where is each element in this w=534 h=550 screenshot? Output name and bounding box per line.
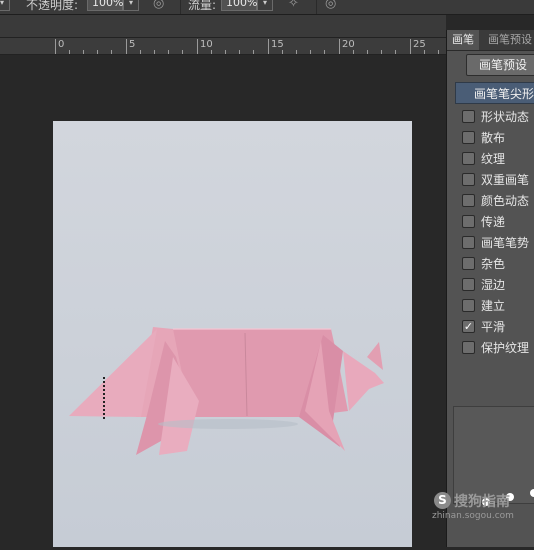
checkbox[interactable]: [462, 236, 475, 249]
flow-label: 流量:: [188, 0, 217, 12]
option-smoothing[interactable]: ✓ 平滑: [455, 316, 534, 337]
option-brush-pose[interactable]: 画笔笔势: [455, 232, 534, 253]
option-label: 散布: [481, 131, 506, 145]
option-label: 双重画笔: [481, 173, 530, 187]
option-texture[interactable]: 纹理: [455, 148, 534, 169]
ruler-minor-tick: [83, 50, 84, 54]
ruler-number: 10: [200, 39, 213, 50]
ruler-number: 5: [129, 39, 136, 50]
ruler-tick: [197, 39, 198, 54]
option-shape-dynamics[interactable]: 形状动态: [455, 106, 534, 127]
flow-dropdown[interactable]: ▾: [257, 0, 273, 11]
ruler-tick: [268, 39, 269, 54]
flow-field[interactable]: 100%: [221, 0, 257, 11]
tab-brush[interactable]: 画笔: [447, 30, 479, 50]
checkbox[interactable]: [462, 131, 475, 144]
ruler-minor-tick: [253, 50, 254, 54]
ruler-minor-tick: [381, 50, 382, 54]
ruler-minor-tick: [140, 50, 141, 54]
tab-brush-presets[interactable]: 画笔预设: [483, 30, 534, 50]
sogou-logo-icon: S: [434, 492, 451, 509]
checkbox[interactable]: [462, 257, 475, 270]
ruler-minor-tick: [225, 50, 226, 54]
option-label: 保护纹理: [481, 341, 530, 355]
ruler-tick: [126, 39, 127, 54]
ruler-minor-tick: [296, 50, 297, 54]
ruler-minor-tick: [438, 50, 439, 54]
opacity-label: 不透明度:: [26, 0, 79, 12]
tool-preset-dropdown[interactable]: ▾: [0, 0, 10, 11]
pressure-opacity-icon[interactable]: ◎: [153, 0, 164, 11]
origami-pig-photo: [53, 121, 412, 547]
ruler-minor-tick: [154, 50, 155, 54]
option-label: 纹理: [481, 152, 506, 166]
option-noise[interactable]: 杂色: [455, 253, 534, 274]
document-image[interactable]: [53, 121, 412, 547]
brush-presets-button[interactable]: 画笔预设: [466, 54, 534, 76]
ruler-minor-tick: [239, 50, 240, 54]
checkbox[interactable]: [462, 278, 475, 291]
checkbox[interactable]: [462, 215, 475, 228]
ruler-minor-tick: [97, 50, 98, 54]
ruler-minor-tick: [182, 50, 183, 54]
sogou-watermark: S 搜狗指南 zhinan.sogou.com: [432, 490, 534, 524]
separator: [180, 0, 181, 14]
watermark-url: zhinan.sogou.com: [432, 511, 514, 521]
ruler-number: 0: [58, 39, 65, 50]
option-dual-brush[interactable]: 双重画笔: [455, 169, 534, 190]
ruler-tick: [410, 39, 411, 54]
option-label: 杂色: [481, 257, 506, 271]
option-label: 颜色动态: [481, 194, 530, 208]
brush-options-list: 形状动态 散布 纹理 双重画笔 颜色动态 传递 画笔笔势 杂色 湿边 建立 ✓ 平…: [455, 106, 534, 358]
ruler-minor-tick: [310, 50, 311, 54]
ruler-minor-tick: [282, 50, 283, 54]
option-build-up[interactable]: 建立: [455, 295, 534, 316]
brush-panel: 画笔 画笔预设 画笔预设 画笔笔尖形状 形状动态 散布 纹理 双重画笔 颜色动态…: [446, 30, 534, 547]
option-protect-texture[interactable]: 保护纹理: [455, 337, 534, 358]
checkbox[interactable]: [462, 299, 475, 312]
option-wet-edges[interactable]: 湿边: [455, 274, 534, 295]
ruler-minor-tick: [211, 50, 212, 54]
checkbox-checked[interactable]: ✓: [462, 320, 475, 333]
checkbox[interactable]: [462, 152, 475, 165]
option-label: 平滑: [481, 320, 506, 334]
option-label: 建立: [481, 299, 506, 313]
ruler-tick: [339, 39, 340, 54]
brush-tip-shape-item[interactable]: 画笔笔尖形状: [455, 82, 534, 104]
option-scattering[interactable]: 散布: [455, 127, 534, 148]
ruler-minor-tick: [69, 50, 70, 54]
ruler-minor-tick: [395, 50, 396, 54]
watermark-name: 搜狗指南: [454, 494, 510, 510]
ruler-number: 25: [413, 39, 426, 50]
ruler-minor-tick: [367, 50, 368, 54]
ruler-minor-tick: [168, 50, 169, 54]
canvas-area[interactable]: [0, 55, 446, 547]
option-label: 画笔笔势: [481, 236, 530, 250]
ruler-minor-tick: [353, 50, 354, 54]
checkbox[interactable]: [462, 194, 475, 207]
checkbox[interactable]: [462, 341, 475, 354]
ruler-minor-tick: [111, 50, 112, 54]
options-bar: ▾ 不透明度: 100% ▾ ◎ 流量: 100% ▾ ✧ ◎: [0, 0, 534, 15]
separator: [316, 0, 317, 14]
horizontal-ruler: 0 5 10 15 20 25: [0, 38, 446, 55]
ruler-tick: [55, 39, 56, 54]
option-color-dynamics[interactable]: 颜色动态: [455, 190, 534, 211]
ruler-minor-tick: [424, 50, 425, 54]
option-label: 湿边: [481, 278, 506, 292]
brush-panel-tabs: 画笔 画笔预设: [447, 30, 534, 51]
ruler-minor-tick: [324, 50, 325, 54]
option-label: 传递: [481, 215, 506, 229]
option-transfer[interactable]: 传递: [455, 211, 534, 232]
pressure-size-icon[interactable]: ◎: [325, 0, 336, 11]
airbrush-icon[interactable]: ✧: [288, 0, 299, 11]
checkbox[interactable]: [462, 110, 475, 123]
opacity-field[interactable]: 100%: [87, 0, 123, 11]
opacity-dropdown[interactable]: ▾: [123, 0, 139, 11]
document-tab-strip: [0, 15, 446, 38]
ruler-number: 20: [342, 39, 355, 50]
checkbox[interactable]: [462, 173, 475, 186]
option-label: 形状动态: [481, 110, 530, 124]
ruler-number: 15: [271, 39, 284, 50]
